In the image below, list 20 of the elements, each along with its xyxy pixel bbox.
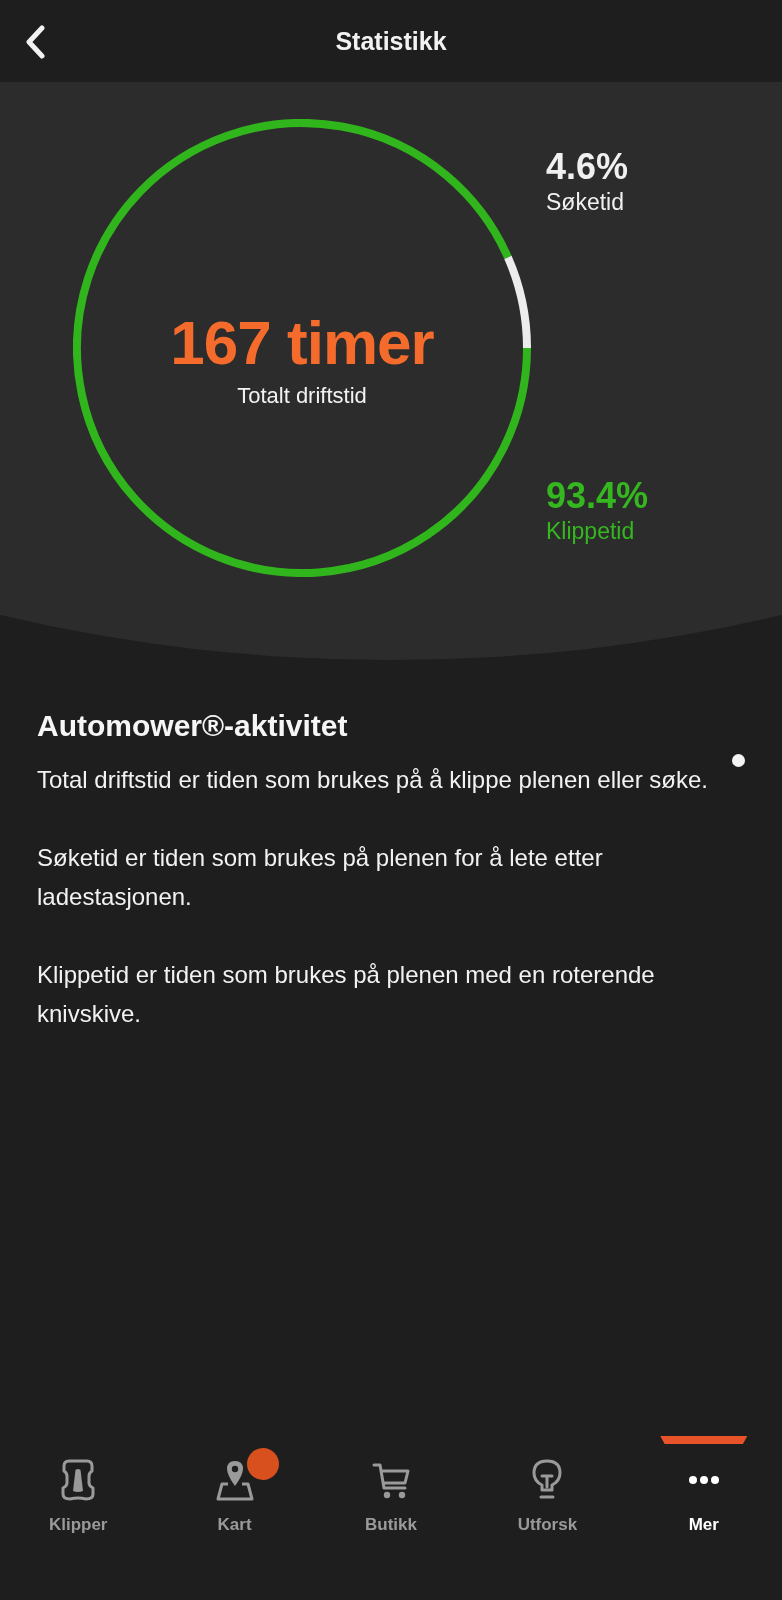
info-paragraph: Søketid er tiden som brukes på plenen for å lete etter ladestasjonen. — [37, 843, 604, 912]
nav-tab[interactable]: Utforsk — [469, 1430, 626, 1546]
total-hours-label: Totalt driftstid — [237, 382, 367, 410]
more-icon — [687, 1475, 720, 1485]
info-paragraph: Klippetid er tiden som brukes på plenen med en roterende knivskive. — [37, 960, 656, 1029]
percentage-value: 93.4% — [546, 476, 649, 516]
screen-title: Statistikk — [335, 26, 447, 56]
total-hours-value: 167 timer — [170, 308, 434, 377]
dot-icon — [732, 754, 745, 767]
section-heading: Automower®-aktivitet — [37, 708, 348, 744]
nav-tab[interactable]: Butikk — [312, 1430, 470, 1546]
info-paragraph: Total driftstid er tiden som brukes på å klippe plenen eller søke. — [37, 765, 709, 795]
percentage-label: Søketid — [546, 188, 624, 217]
percentage-value: 4.6% — [546, 147, 629, 187]
nav-tab[interactable]: Mer — [625, 1430, 782, 1546]
chevron-left-icon — [25, 25, 45, 59]
percentage-label: Klippetid — [546, 517, 635, 546]
map-pin-icon — [214, 1458, 255, 1502]
nav-tab[interactable]: Klipper — [0, 1430, 157, 1546]
nav-tab[interactable]: Kart — [156, 1430, 313, 1546]
